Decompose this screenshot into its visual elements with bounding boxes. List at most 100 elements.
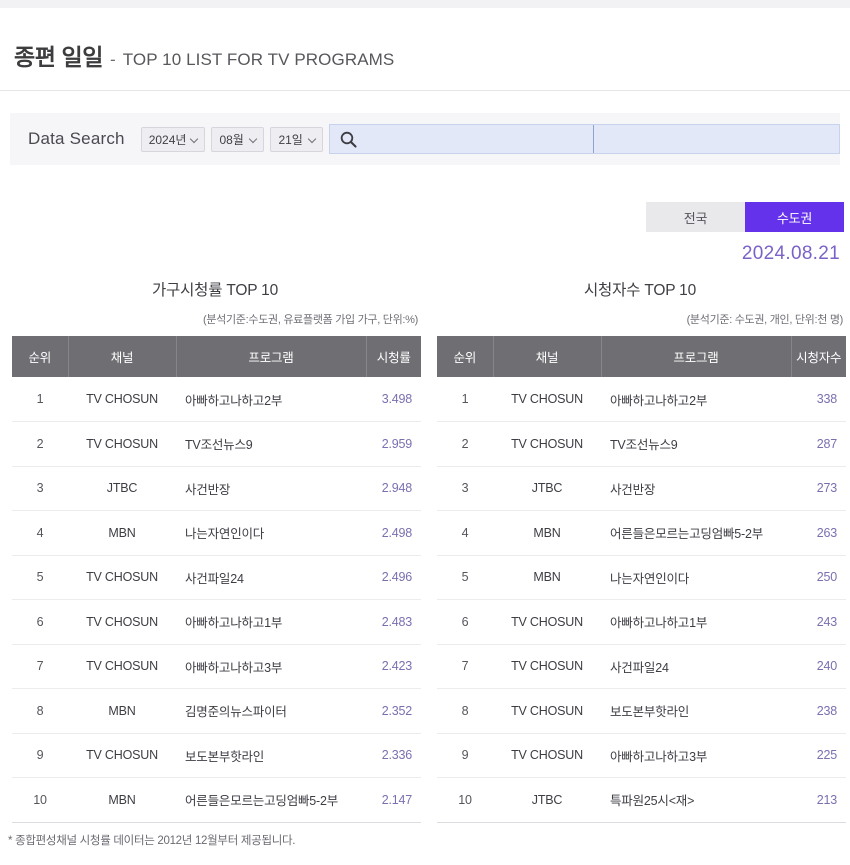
cell-rank: 4 — [437, 510, 493, 556]
day-select[interactable]: 21일 — [270, 126, 324, 152]
cell-program: TV조선뉴스9 — [601, 421, 791, 467]
cell-value: 273 — [791, 466, 846, 511]
cell-program: 아빠하고나하고1부 — [601, 599, 791, 645]
cell-value: 2.336 — [366, 733, 421, 778]
table-row[interactable]: 1 TV CHOSUN 아빠하고나하고2부 3.498 — [12, 377, 421, 422]
table-row[interactable]: 2 TV CHOSUN TV조선뉴스9 2.959 — [12, 421, 421, 467]
cell-program: 보도본부핫라인 — [601, 688, 791, 734]
table-row[interactable]: 9 TV CHOSUN 아빠하고나하고3부 225 — [437, 733, 846, 778]
chevron-down-icon — [191, 135, 199, 143]
table-row[interactable]: 9 TV CHOSUN 보도본부핫라인 2.336 — [12, 733, 421, 778]
header-divider — [0, 90, 850, 91]
table-row[interactable]: 10 MBN 어른들은모르는고딩엄빠5-2부 2.147 — [12, 777, 421, 823]
year-select-value: 2024년 — [148, 132, 187, 147]
year-select[interactable]: 2024년 — [140, 126, 206, 152]
cell-rank: 9 — [437, 733, 493, 778]
cell-value: 2.948 — [366, 466, 421, 511]
viewers-panel-subtitle: (분석기준: 수도권, 개인, 단위:천 명) — [686, 314, 844, 326]
data-search-bar: Data Search 2024년 08월 21일 — [10, 113, 840, 165]
cell-value: 338 — [791, 377, 846, 422]
search-field-group[interactable] — [329, 124, 840, 154]
cell-program: 사건반장 — [176, 466, 366, 511]
month-select[interactable]: 08월 — [211, 126, 265, 152]
cell-channel: TV CHOSUN — [68, 555, 176, 600]
cell-program: 아빠하고나하고3부 — [601, 733, 791, 778]
cell-channel: MBN — [493, 510, 601, 556]
cell-program: 어른들은모르는고딩엄빠5-2부 — [176, 777, 366, 823]
page-title-korean: 종편 일일 — [14, 44, 104, 70]
cell-program: TV조선뉴스9 — [176, 421, 366, 467]
household-rating-panel: 가구시청률 TOP 10 (분석기준:수도권, 유료플랫폼 가입 가구, 단위:… — [5, 278, 425, 823]
chevron-down-icon — [250, 135, 258, 143]
table-row[interactable]: 6 TV CHOSUN 아빠하고나하고1부 2.483 — [12, 599, 421, 645]
table-header-row: 순위 채널 프로그램 시청자수 — [437, 336, 846, 377]
table-row[interactable]: 4 MBN 어른들은모르는고딩엄빠5-2부 263 — [437, 510, 846, 556]
cell-channel: MBN — [493, 555, 601, 600]
table-row[interactable]: 4 MBN 나는자연인이다 2.498 — [12, 510, 421, 556]
search-icon[interactable] — [339, 130, 358, 149]
page-root: 종편 일일 - TOP 10 LIST FOR TV PROGRAMS Data… — [0, 0, 850, 865]
tab-metropolitan[interactable]: 수도권 — [745, 202, 844, 232]
table-row[interactable]: 8 MBN 김명준의뉴스파이터 2.352 — [12, 688, 421, 734]
search-input[interactable] — [358, 125, 594, 153]
column-header-value: 시청자수 — [791, 336, 846, 377]
viewers-count-panel: 시청자수 TOP 10 (분석기준: 수도권, 개인, 단위:천 명) 순위 채… — [430, 278, 850, 823]
cell-value: 2.147 — [366, 777, 421, 823]
chevron-down-icon — [309, 135, 317, 143]
cell-program: 아빠하고나하고1부 — [176, 599, 366, 645]
household-panel-title: 가구시청률 TOP 10 — [151, 282, 279, 299]
table-row[interactable]: 2 TV CHOSUN TV조선뉴스9 287 — [437, 421, 846, 467]
cell-rank: 7 — [437, 644, 493, 689]
cell-rank: 6 — [437, 599, 493, 645]
cell-rank: 1 — [12, 377, 68, 422]
cell-rank: 5 — [437, 555, 493, 600]
cell-channel: JTBC — [493, 777, 601, 823]
cell-channel: MBN — [68, 688, 176, 734]
table-row[interactable]: 7 TV CHOSUN 아빠하고나하고3부 2.423 — [12, 644, 421, 689]
page-title: 종편 일일 - TOP 10 LIST FOR TV PROGRAMS — [14, 38, 394, 72]
tab-nationwide[interactable]: 전국 — [646, 202, 745, 232]
page-title-dash: - — [110, 50, 116, 69]
cell-value: 225 — [791, 733, 846, 778]
cell-rank: 4 — [12, 510, 68, 556]
selected-date-label: 2024.08.21 — [741, 243, 840, 264]
cell-rank: 2 — [12, 421, 68, 467]
cell-program: 나는자연인이다 — [601, 555, 791, 600]
cell-value: 287 — [791, 421, 846, 467]
table-row[interactable]: 1 TV CHOSUN 아빠하고나하고2부 338 — [437, 377, 846, 422]
cell-value: 3.498 — [366, 377, 421, 422]
cell-value: 2.498 — [366, 510, 421, 556]
cell-value: 263 — [791, 510, 846, 556]
cell-value: 2.959 — [366, 421, 421, 467]
table-row[interactable]: 8 TV CHOSUN 보도본부핫라인 238 — [437, 688, 846, 734]
table-row[interactable]: 3 JTBC 사건반장 2.948 — [12, 466, 421, 511]
column-header-value: 시청률 — [366, 336, 421, 377]
cell-rank: 6 — [12, 599, 68, 645]
cell-value: 2.423 — [366, 644, 421, 689]
table-row[interactable]: 10 JTBC 특파원25시<재> 213 — [437, 777, 846, 823]
cell-program: 아빠하고나하고3부 — [176, 644, 366, 689]
cell-program: 김명준의뉴스파이터 — [176, 688, 366, 734]
cell-rank: 10 — [12, 777, 68, 823]
column-header-program: 프로그램 — [176, 336, 367, 377]
column-header-program: 프로그램 — [601, 336, 792, 377]
table-row[interactable]: 7 TV CHOSUN 사건파일24 240 — [437, 644, 846, 689]
table-row[interactable]: 3 JTBC 사건반장 273 — [437, 466, 846, 511]
month-select-value: 08월 — [219, 132, 244, 147]
cell-rank: 8 — [437, 688, 493, 734]
cell-rank: 3 — [437, 466, 493, 511]
cell-channel: TV CHOSUN — [493, 733, 601, 778]
table-row[interactable]: 6 TV CHOSUN 아빠하고나하고1부 243 — [437, 599, 846, 645]
secondary-search-input[interactable] — [594, 125, 839, 153]
region-toggle: 전국 수도권 — [646, 202, 844, 232]
cell-channel: TV CHOSUN — [493, 688, 601, 734]
viewers-count-table: 순위 채널 프로그램 시청자수 1 TV CHOSUN 아빠하고나하고2부 33… — [437, 336, 846, 823]
cell-channel: TV CHOSUN — [68, 377, 176, 422]
cell-program: 사건파일24 — [176, 555, 366, 600]
table-row[interactable]: 5 TV CHOSUN 사건파일24 2.496 — [12, 555, 421, 600]
footnote: * 종합편성채널 시청률 데이터는 2012년 12월부터 제공됩니다. — [8, 835, 296, 847]
table-row[interactable]: 5 MBN 나는자연인이다 250 — [437, 555, 846, 600]
household-panel-subtitle: (분석기준:수도권, 유료플랫폼 가입 가구, 단위:%) — [202, 314, 418, 326]
household-rating-table: 순위 채널 프로그램 시청률 1 TV CHOSUN 아빠하고나하고2부 3.4… — [12, 336, 421, 823]
cell-value: 2.483 — [366, 599, 421, 645]
